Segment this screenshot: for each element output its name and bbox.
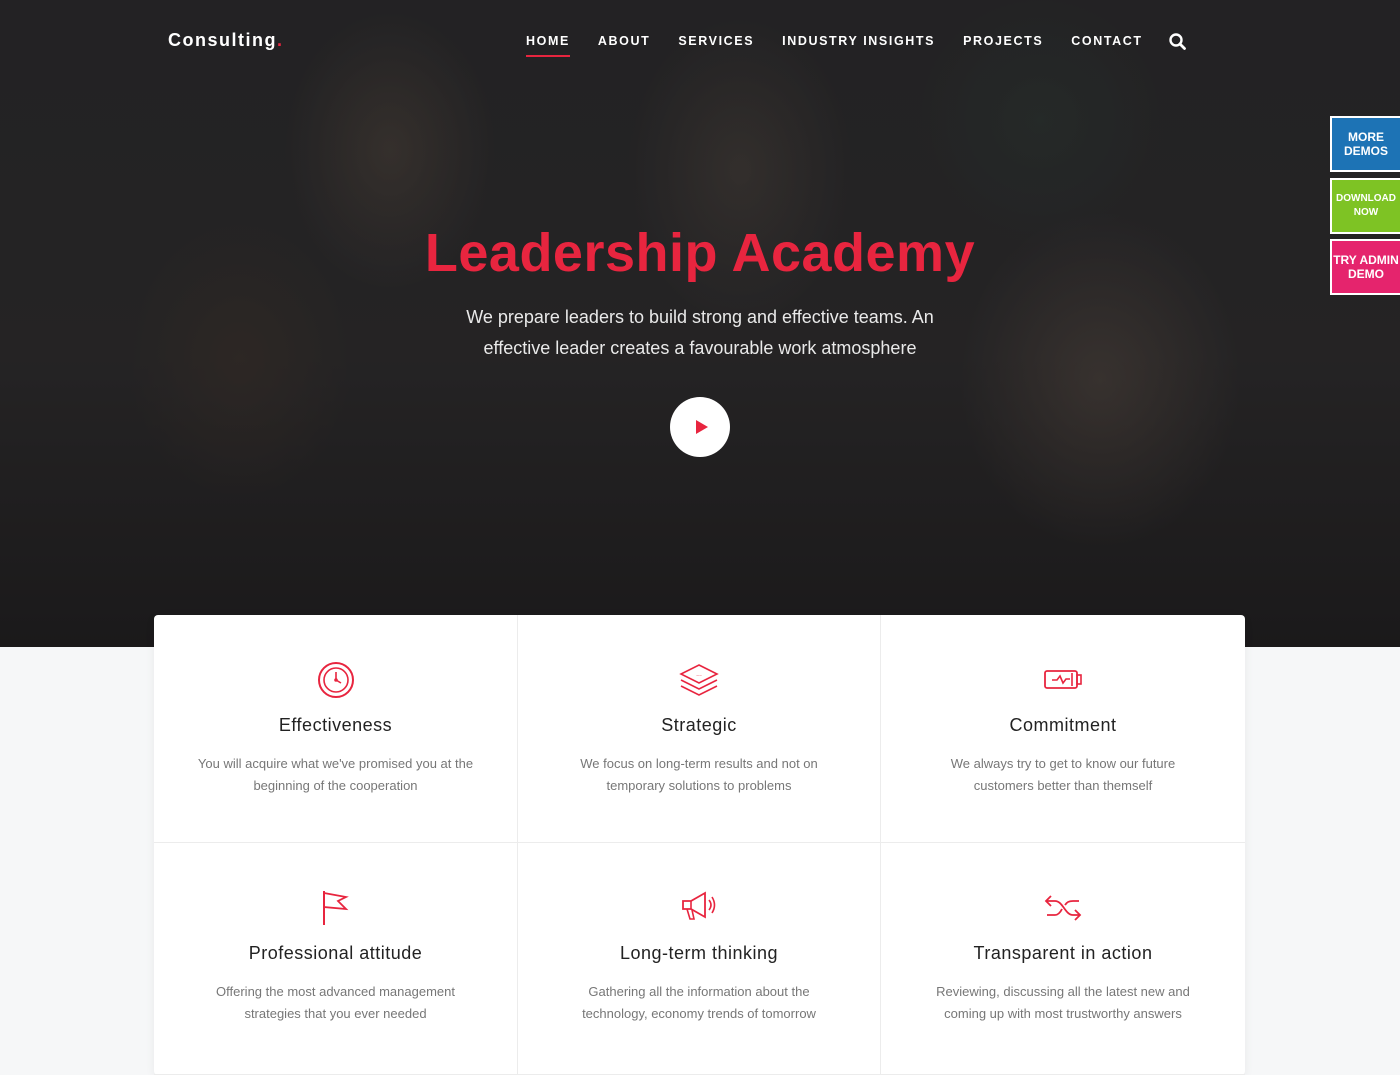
hero-section: Consulting. HOME ABOUT SERVICES INDUSTRY… bbox=[0, 0, 1400, 647]
feature-title: Professional attitude bbox=[248, 943, 423, 963]
hero-title: Leadership Academy bbox=[424, 223, 976, 283]
try-admin-demo-button[interactable]: TRY ADMIN DEMO bbox=[1330, 239, 1400, 295]
nav-item-home[interactable]: HOME bbox=[512, 34, 584, 58]
play-icon[interactable] bbox=[670, 397, 730, 457]
feature-title: Long-term thinking bbox=[619, 943, 779, 963]
feature-title: Transparent in action bbox=[973, 943, 1153, 963]
feature-text: Gathering all the information about the … bbox=[582, 984, 816, 1021]
download-now-button[interactable]: DOWNLOAD NOW bbox=[1330, 178, 1400, 234]
features-grid: Effectiveness You will acquire what we'v… bbox=[154, 615, 1245, 1075]
flag-icon bbox=[322, 891, 349, 925]
feature-card: Effectiveness You will acquire what we'v… bbox=[154, 615, 518, 843]
main-menu: HOME ABOUT SERVICES INDUSTRY INSIGHTS PR… bbox=[512, 34, 1157, 58]
feature-card: Transparent in action Reviewing, discuss… bbox=[881, 843, 1245, 1075]
more-demos-button[interactable]: MORE DEMOS bbox=[1330, 116, 1400, 172]
stopwatch-icon bbox=[317, 662, 354, 698]
feature-title: Strategic bbox=[661, 715, 737, 735]
logo-text: Consulting bbox=[168, 30, 277, 50]
feature-text: You will acquire what we've promised you… bbox=[197, 756, 474, 793]
search-icon[interactable] bbox=[1168, 32, 1188, 52]
nav-item-industry-insights[interactable]: INDUSTRY INSIGHTS bbox=[768, 34, 949, 58]
feature-card: Commitment We always try to get to know … bbox=[881, 615, 1245, 843]
feature-card: Long-term thinking Gathering all the inf… bbox=[518, 843, 881, 1075]
shuffle-icon bbox=[1044, 895, 1082, 921]
nav-item-about[interactable]: ABOUT bbox=[584, 34, 664, 58]
nav-item-contact[interactable]: CONTACT bbox=[1057, 34, 1156, 58]
nav-item-services[interactable]: SERVICES bbox=[664, 34, 768, 58]
megaphone-icon bbox=[682, 891, 716, 920]
svg-text:...: ... bbox=[696, 671, 702, 678]
hero-subtitle: We prepare leaders to build strong and e… bbox=[466, 307, 934, 358]
logo-dot: . bbox=[276, 30, 284, 50]
feature-text: We always try to get to know our future … bbox=[950, 756, 1176, 793]
feature-text: Offering the most advanced management st… bbox=[216, 984, 455, 1021]
logo[interactable]: Consulting. bbox=[168, 30, 284, 51]
top-navigation: Consulting. HOME ABOUT SERVICES INDUSTRY… bbox=[0, 0, 1400, 84]
feature-card: ... Strategic We focus on long-term resu… bbox=[518, 615, 881, 843]
battery-icon bbox=[1044, 670, 1082, 689]
feature-title: Effectiveness bbox=[278, 715, 393, 735]
feature-title: Commitment bbox=[1009, 715, 1117, 735]
nav-item-projects[interactable]: PROJECTS bbox=[949, 34, 1057, 58]
feature-card: Professional attitude Offering the most … bbox=[154, 843, 518, 1075]
feature-text: Reviewing, discussing all the latest new… bbox=[936, 984, 1190, 1021]
feature-text: We focus on long-term results and not on… bbox=[580, 756, 818, 793]
layers-icon: ... bbox=[679, 664, 719, 696]
